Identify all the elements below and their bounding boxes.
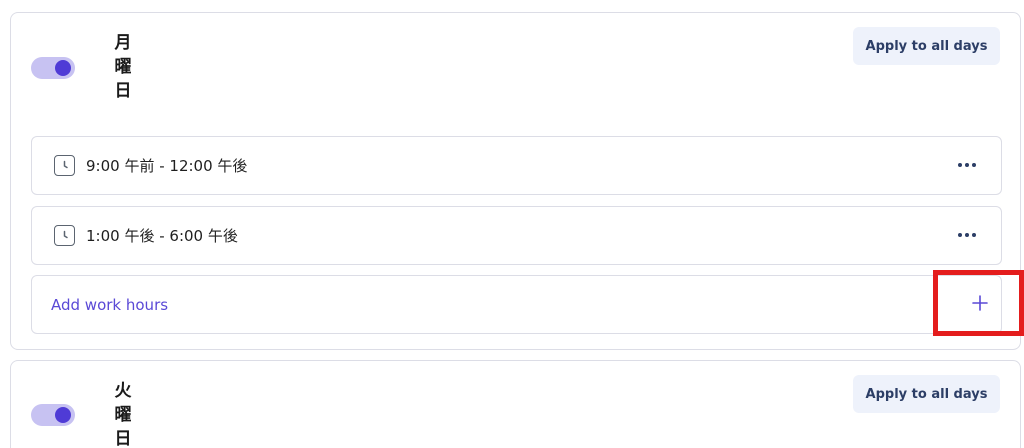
apply-to-all-days-button[interactable]: Apply to all days	[853, 375, 1000, 413]
day-card-tuesday: 火曜日 Apply to all days	[10, 360, 1021, 448]
clock-icon	[54, 225, 75, 246]
toggle-knob	[55, 60, 71, 76]
plus-icon	[972, 295, 988, 311]
work-hours-row[interactable]: 9:00 午前 - 12:00 午後	[31, 136, 1002, 195]
work-hours-row[interactable]: 1:00 午後 - 6:00 午後	[31, 206, 1002, 265]
monday-toggle[interactable]	[31, 57, 75, 79]
work-hours-range: 9:00 午前 - 12:00 午後	[86, 157, 248, 175]
tuesday-toggle[interactable]	[31, 404, 75, 426]
work-hours-range: 1:00 午後 - 6:00 午後	[86, 227, 238, 245]
more-options-icon[interactable]	[955, 227, 979, 243]
add-work-hours-button[interactable]	[933, 270, 1024, 336]
more-options-icon[interactable]	[955, 157, 979, 173]
apply-to-all-days-button[interactable]: Apply to all days	[853, 27, 1000, 65]
day-card-monday: 月曜日 Apply to all days 9:00 午前 - 12:00 午後…	[10, 12, 1024, 350]
clock-icon	[54, 155, 75, 176]
add-work-hours-row: Add work hours	[31, 270, 1024, 336]
toggle-knob	[55, 407, 71, 423]
add-work-hours-link[interactable]: Add work hours	[51, 294, 168, 316]
day-label-tuesday: 火曜日	[114, 381, 132, 448]
day-label-monday: 月曜日	[114, 33, 132, 101]
